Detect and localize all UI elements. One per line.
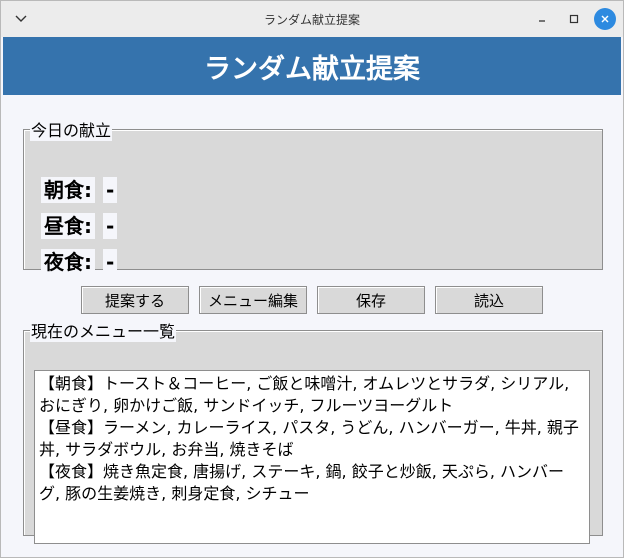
menu-list-group: 現在のメニュー一覧 【朝食】トースト＆コーヒー, ご飯と味噌汁, オムレツとサラ… bbox=[23, 318, 603, 544]
close-icon bbox=[601, 15, 609, 23]
lunch-value: - bbox=[103, 213, 118, 239]
lunch-row: 昼食: - bbox=[41, 213, 118, 239]
breakfast-label: 朝食: bbox=[41, 177, 95, 203]
menu-list-legend: 現在のメニュー一覧 bbox=[30, 318, 177, 342]
suggest-button[interactable]: 提案する bbox=[81, 286, 189, 314]
load-button[interactable]: 読込 bbox=[435, 286, 543, 314]
save-button[interactable]: 保存 bbox=[317, 286, 425, 314]
window-title: ランダム献立提案 bbox=[263, 13, 360, 27]
minimize-icon bbox=[539, 20, 545, 22]
minimize-button[interactable] bbox=[531, 8, 553, 30]
menu-list-textarea[interactable]: 【朝食】トースト＆コーヒー, ご飯と味噌汁, オムレツとサラダ, シリアル, お… bbox=[34, 370, 590, 544]
app-header: ランダム献立提案 bbox=[3, 37, 621, 95]
dinner-label: 夜食: bbox=[41, 249, 95, 275]
edit-menu-button[interactable]: メニュー編集 bbox=[199, 286, 307, 314]
dinner-value: - bbox=[103, 249, 118, 275]
breakfast-value: - bbox=[103, 177, 118, 203]
today-menu-legend: 今日の献立 bbox=[30, 117, 113, 141]
app-window: ランダム献立提案 ランダム献立提案 今日の献立 朝食: - 昼食: - 夜食: … bbox=[0, 0, 624, 558]
maximize-icon bbox=[569, 14, 579, 24]
maximize-button[interactable] bbox=[563, 8, 585, 30]
today-menu-group: 今日の献立 朝食: - 昼食: - 夜食: - bbox=[23, 117, 603, 275]
lunch-label: 昼食: bbox=[41, 213, 95, 239]
close-button[interactable] bbox=[594, 8, 616, 30]
dinner-row: 夜食: - bbox=[41, 249, 118, 275]
title-bar: ランダム献立提案 bbox=[1, 1, 623, 37]
breakfast-row: 朝食: - bbox=[41, 177, 118, 203]
